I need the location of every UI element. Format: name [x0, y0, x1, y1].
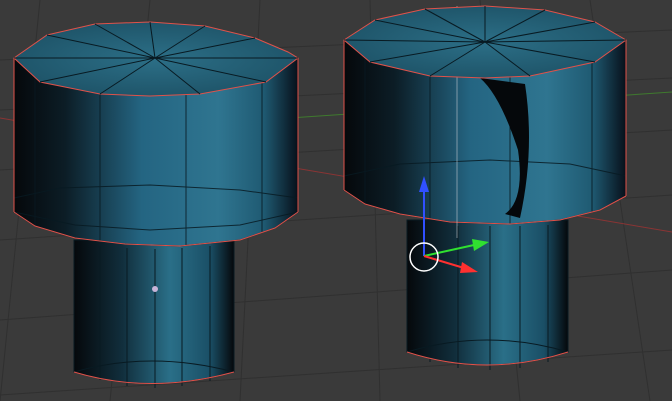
bolt-right[interactable] — [343, 5, 627, 370]
bolt-left-shaft[interactable] — [73, 239, 235, 388]
3d-viewport[interactable] — [0, 0, 672, 401]
bolt-left[interactable] — [13, 21, 299, 388]
viewport-canvas[interactable] — [0, 0, 672, 401]
origin-point-dot — [152, 286, 158, 292]
